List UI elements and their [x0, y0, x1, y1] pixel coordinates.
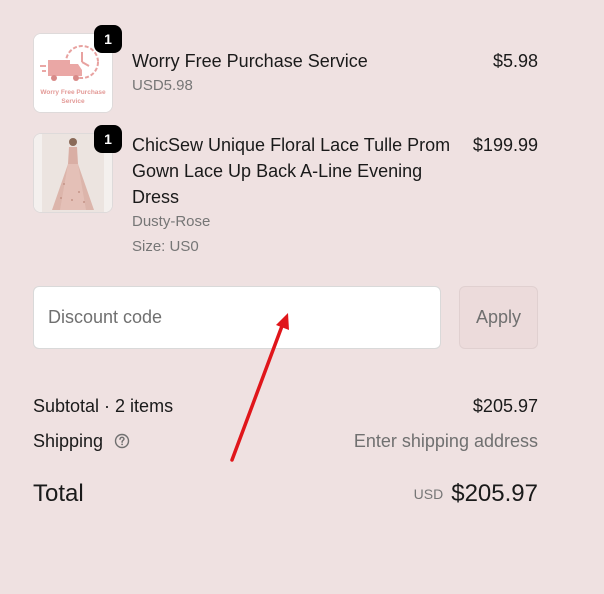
line-item-prom-gown: 1 ChicSew Unique Floral Lace Tulle Prom …	[33, 125, 538, 263]
shipping-value: Enter shipping address	[353, 431, 538, 451]
item-size: Size: US0	[132, 238, 199, 255]
discount-code-input[interactable]	[33, 286, 441, 349]
item-name: Worry Free Purchase Service	[132, 51, 368, 71]
svg-text:Service: Service	[61, 98, 85, 105]
total-value: $205.97	[451, 480, 538, 507]
quantity-badge: 1	[94, 125, 122, 153]
shipping-label: Shipping	[33, 431, 104, 451]
apply-discount-button[interactable]: Apply	[459, 286, 538, 349]
total-row-value: USD $205.97	[414, 480, 538, 508]
item-price: $5.98	[492, 51, 538, 71]
item-subprice: USD5.98	[132, 77, 193, 94]
quantity-badge: 1	[94, 25, 122, 53]
subtotal-value: $205.97	[472, 396, 538, 416]
item-price: $199.99	[472, 135, 538, 155]
item-variant: Dusty-Rose	[132, 213, 211, 230]
question-circle-icon[interactable]	[114, 433, 130, 449]
item-name: ChicSew Unique Floral Lace Tulle Prom Go…	[132, 135, 451, 207]
shipping-row: Shipping	[33, 431, 130, 452]
svg-text:Worry Free Purchase: Worry Free Purchase	[40, 89, 106, 96]
subtotal-label: Subtotal · 2 items	[33, 396, 174, 416]
total-label: Total	[33, 480, 84, 507]
total-currency: USD	[413, 486, 444, 502]
line-item-worry-free: Worry Free Purchase Service 1 Worry Free…	[33, 25, 538, 113]
